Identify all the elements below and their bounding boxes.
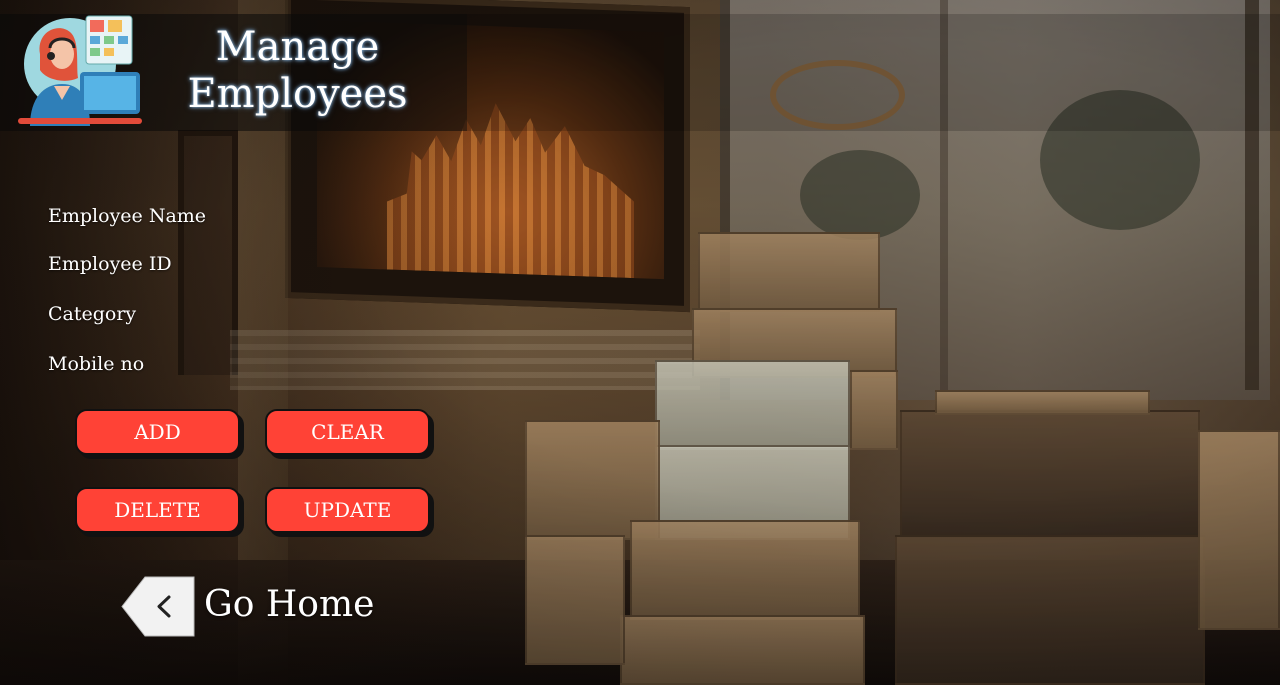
page-title: Manage Employees [160, 24, 435, 118]
receptionist-at-computer-icon [18, 14, 142, 126]
go-home-link[interactable]: Go Home [204, 582, 374, 628]
clear-button[interactable]: CLEAR [265, 409, 430, 455]
page-title-line2: Employees [187, 71, 408, 117]
category-label: Category [48, 303, 137, 325]
page-title-line1: Manage [215, 24, 380, 70]
chevron-left-icon[interactable] [121, 576, 195, 637]
mobile-no-label: Mobile no [48, 353, 145, 375]
employee-id-label: Employee ID [48, 253, 172, 275]
employee-name-label: Employee Name [48, 205, 207, 227]
add-button[interactable]: ADD [75, 409, 240, 455]
update-button[interactable]: UPDATE [265, 487, 430, 533]
delete-button[interactable]: DELETE [75, 487, 240, 533]
